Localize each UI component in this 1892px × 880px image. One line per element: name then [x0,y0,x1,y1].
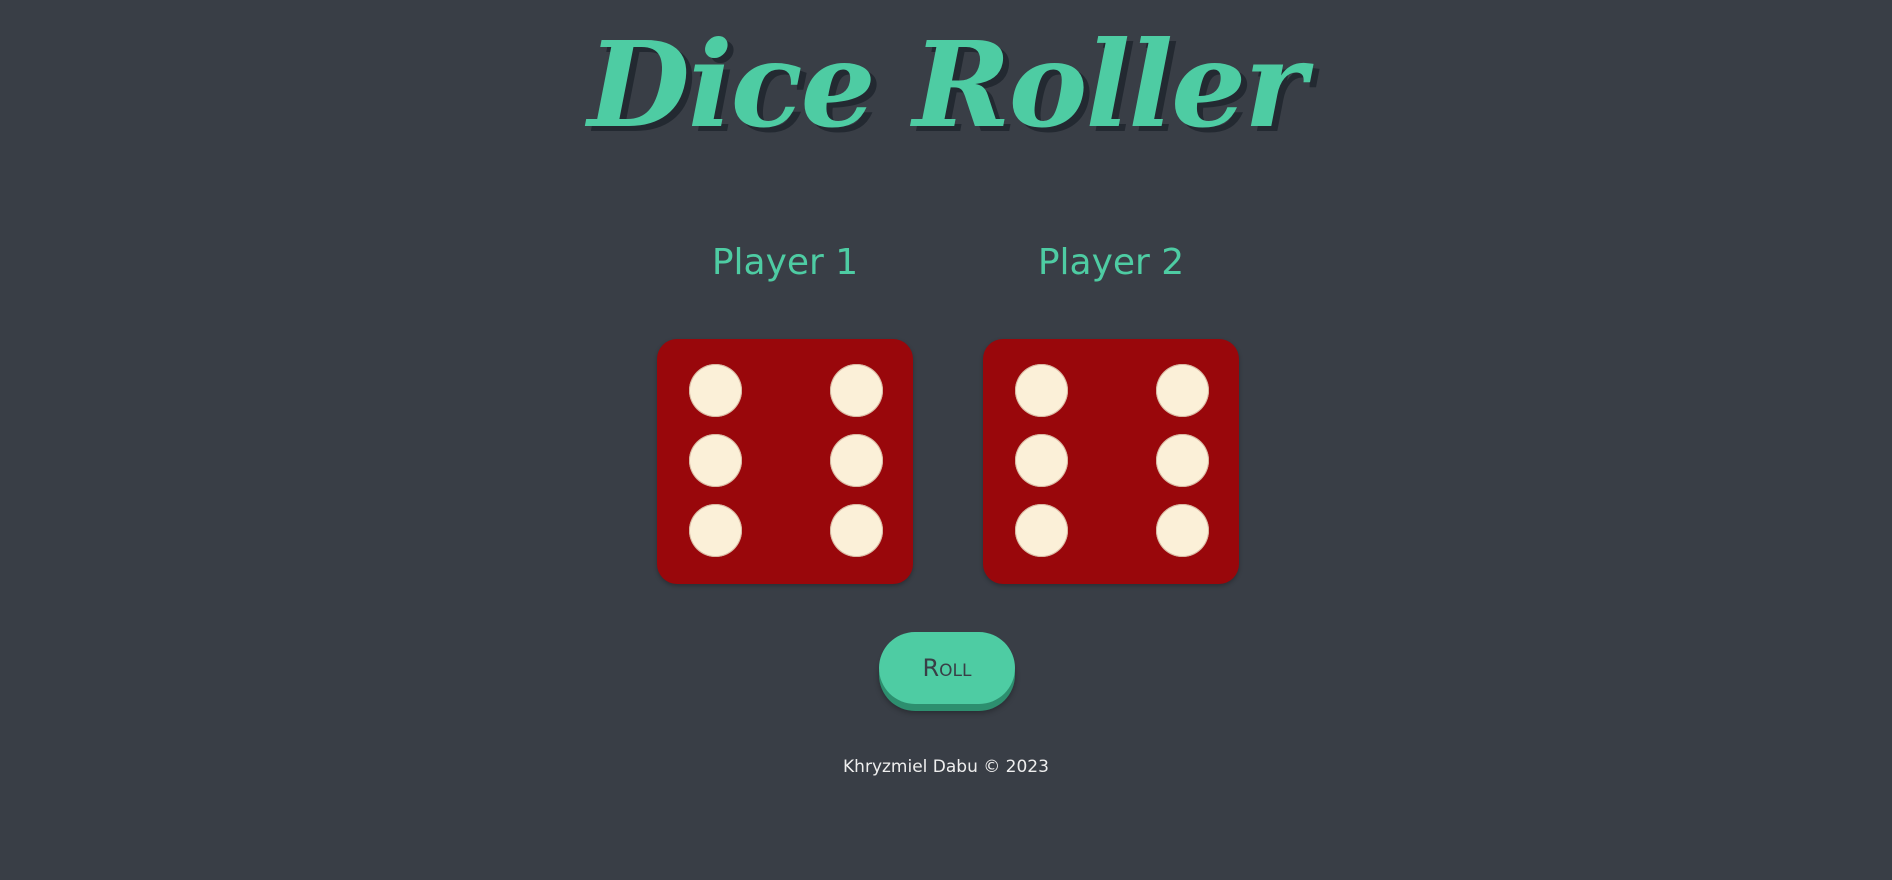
die-pip [689,434,742,487]
die-pip [1015,504,1068,557]
die-pip [689,364,742,417]
player-2-label: Player 2 [1037,242,1185,283]
page-title: Dice Roller [587,15,1307,154]
player-1-die-six-icon [657,339,913,584]
roll-button[interactable]: Roll [879,632,1015,704]
die-pip [689,504,742,557]
player-2-die-six-icon [983,339,1239,584]
footer-copyright: Khryzmiel Dabu © 2023 [843,757,1049,777]
die-pip [1156,504,1209,557]
die-pip [1015,434,1068,487]
dice-roller-page: Dice Roller Player 1 Player 2 Roll Khryz… [0,0,1892,880]
die-pip [830,434,883,487]
die-pip [1156,434,1209,487]
die-pip [830,364,883,417]
player-1-label: Player 1 [711,242,859,283]
die-pip [1156,364,1209,417]
die-pip [830,504,883,557]
die-pip [1015,364,1068,417]
